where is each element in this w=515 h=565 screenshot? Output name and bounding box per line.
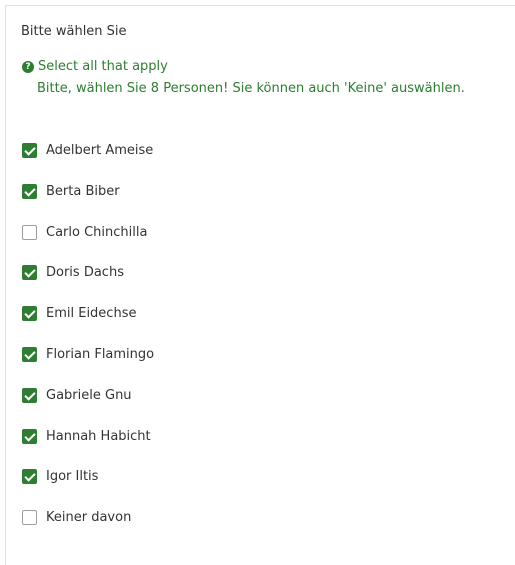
checkbox-checked[interactable] <box>22 265 37 281</box>
option-label[interactable]: Keiner davon <box>46 508 131 528</box>
option-label[interactable]: Adelbert Ameise <box>46 141 153 161</box>
option-label[interactable]: Carlo Chinchilla <box>46 223 147 243</box>
option-row[interactable]: Carlo Chinchilla <box>22 219 502 260</box>
option-label[interactable]: Florian Flamingo <box>46 345 154 365</box>
option-label[interactable]: Doris Dachs <box>46 263 124 283</box>
question-title: Bitte wählen Sie <box>21 24 127 39</box>
option-row[interactable]: Emil Eidechse <box>22 300 502 341</box>
checkbox-checked[interactable] <box>22 428 37 444</box>
question-panel: Bitte wählen Sie ? Select all that apply… <box>5 5 515 565</box>
checkbox-checked[interactable] <box>22 143 37 158</box>
option-row[interactable]: Igor Iltis <box>22 463 502 504</box>
help-line: ? Select all that apply <box>22 58 168 76</box>
option-row[interactable]: Berta Biber <box>22 178 502 219</box>
question-circle-icon: ? <box>22 61 34 73</box>
tip-text: Bitte, wählen Sie 8 Personen! Sie können… <box>37 81 465 96</box>
option-label[interactable]: Gabriele Gnu <box>46 386 132 406</box>
checkbox-unchecked[interactable] <box>22 224 37 240</box>
option-row[interactable]: Doris Dachs <box>22 259 502 300</box>
option-row[interactable]: Florian Flamingo <box>22 341 502 382</box>
help-text: Select all that apply <box>38 59 168 74</box>
checkbox-checked[interactable] <box>22 183 37 199</box>
option-row[interactable]: Gabriele Gnu <box>22 382 502 423</box>
option-label[interactable]: Igor Iltis <box>46 467 98 487</box>
option-row[interactable]: Hannah Habicht <box>22 423 502 464</box>
checkbox-unchecked[interactable] <box>22 510 37 526</box>
option-label[interactable]: Hannah Habicht <box>46 427 151 447</box>
options-list: Adelbert Ameise Berta Biber Carlo Chinch… <box>22 137 502 545</box>
option-row[interactable]: Keiner davon <box>22 504 502 545</box>
option-row[interactable]: Adelbert Ameise <box>22 137 502 178</box>
option-label[interactable]: Emil Eidechse <box>46 304 136 324</box>
checkbox-checked[interactable] <box>22 346 37 362</box>
option-label[interactable]: Berta Biber <box>46 182 120 202</box>
checkbox-checked[interactable] <box>22 387 37 403</box>
checkbox-checked[interactable] <box>22 469 37 485</box>
checkbox-checked[interactable] <box>22 306 37 322</box>
